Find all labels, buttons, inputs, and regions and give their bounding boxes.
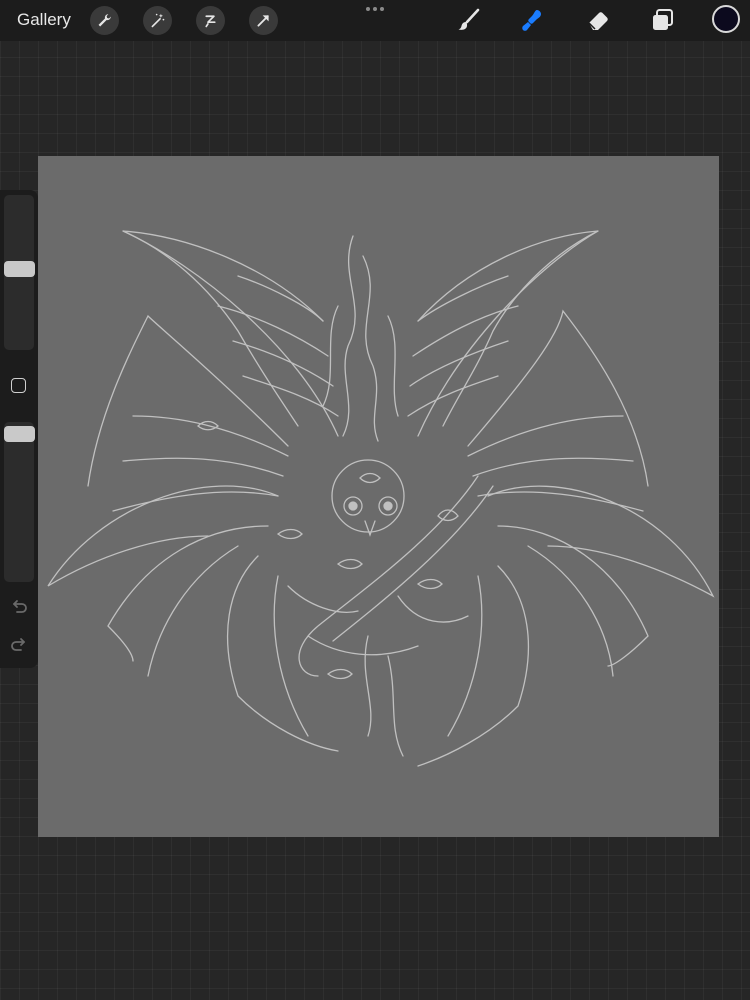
smudge-icon (522, 10, 541, 31)
eraser-tool-button[interactable] (584, 6, 612, 34)
wrench-icon (98, 14, 111, 27)
top-toolbar: Gallery (0, 0, 750, 41)
transform-button[interactable] (249, 6, 278, 35)
adjustments-button[interactable] (143, 6, 172, 35)
selection-icon (205, 15, 216, 28)
actions-button[interactable] (90, 6, 119, 35)
modify-button[interactable] (11, 378, 26, 393)
brush-tool-button[interactable] (455, 6, 483, 34)
drawing-canvas[interactable] (38, 156, 719, 837)
layers-button[interactable] (649, 6, 677, 34)
gallery-button[interactable]: Gallery (17, 10, 71, 30)
brush-icon (458, 8, 480, 30)
opacity-handle[interactable] (4, 426, 35, 442)
selection-button[interactable] (196, 6, 225, 35)
eraser-icon (588, 12, 608, 30)
transform-arrow-icon (257, 15, 269, 27)
brush-size-handle[interactable] (4, 261, 35, 277)
opacity-slider[interactable] (4, 422, 34, 582)
magic-wand-icon (151, 13, 165, 28)
smudge-tool-button[interactable] (519, 6, 547, 34)
undo-icon[interactable] (9, 598, 29, 616)
sketch-artwork (47, 230, 715, 767)
color-picker-button[interactable] (712, 5, 740, 33)
redo-icon[interactable] (9, 636, 29, 654)
layers-icon (653, 9, 673, 30)
more-options-icon[interactable] (364, 2, 386, 16)
left-sidebar (0, 190, 38, 668)
